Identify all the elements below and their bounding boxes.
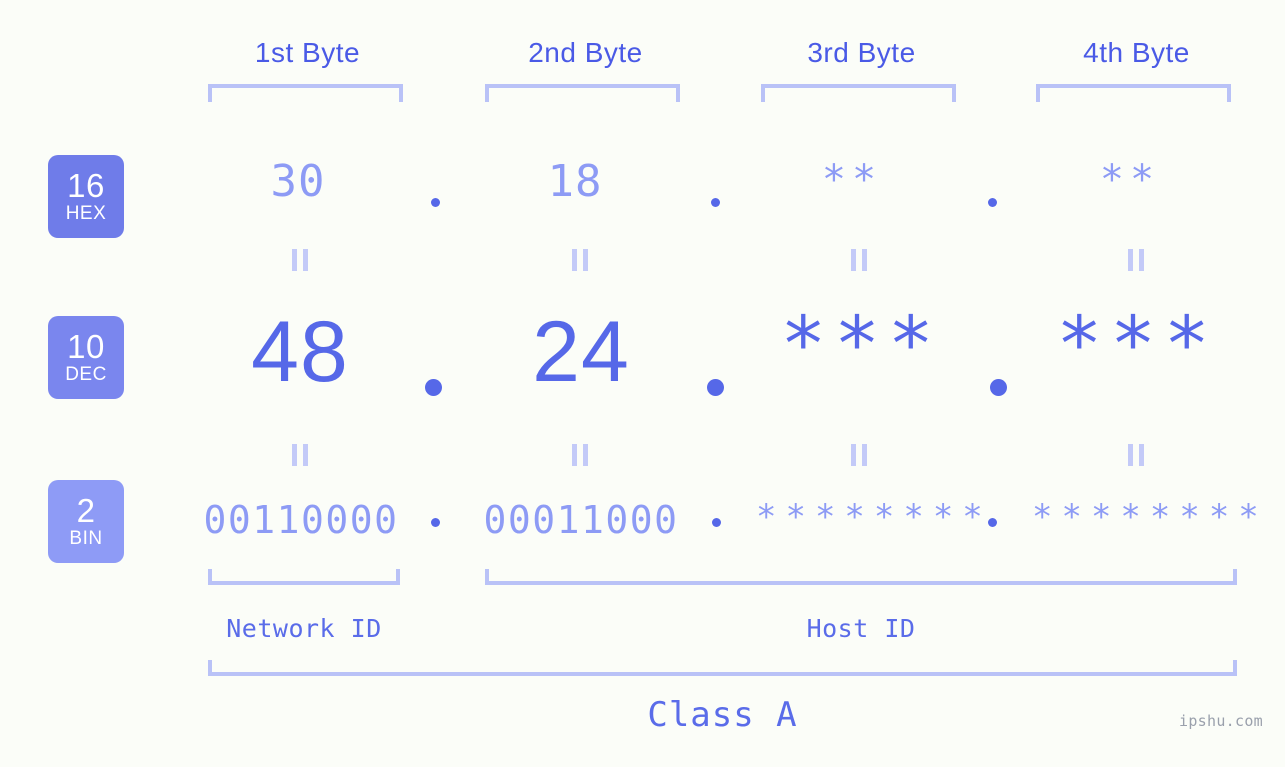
dec-byte-value-2: 24 [532,304,630,400]
equality-mark-hex-dec-2 [572,249,588,271]
bin-separator-dot-1 [431,518,440,527]
base-badge-bin[interactable]: 2 BIN [48,480,124,563]
site-watermark: ipshu.com [1179,712,1263,730]
hex-separator-dot-2 [711,198,720,207]
equality-bar [1139,249,1144,271]
byte-bracket-top-2 [485,84,680,102]
hex-byte-value-1: 30 [270,156,326,207]
byte-bracket-top-1 [208,84,403,102]
dec-byte-value-4: *** [1056,299,1218,388]
host-id-label: Host ID [806,614,916,643]
dec-separator-dot-2 [707,379,724,396]
dec-byte-value-3: *** [780,299,942,388]
base-badge-dec[interactable]: 10 DEC [48,316,124,399]
equality-mark-dec-bin-4 [1128,444,1144,466]
base-badge-dec-name: DEC [65,363,107,385]
equality-bar [583,444,588,466]
byte-header-label-3: 3rd Byte [807,37,916,68]
base-badge-hex[interactable]: 16 HEX [48,155,124,238]
bin-byte-value-2: 00011000 [483,498,679,542]
equality-mark-dec-bin-2 [572,444,588,466]
equality-mark-hex-dec-1 [292,249,308,271]
base-badge-bin-name: BIN [69,527,103,549]
equality-bar [862,444,867,466]
bin-separator-dot-2 [712,518,721,527]
hex-separator-dot-1 [431,198,440,207]
class-bracket [208,660,1237,676]
bin-byte-value-1: 00110000 [203,498,399,542]
equality-bar [303,444,308,466]
ip-address-breakdown-diagram: 1st Byte 2nd Byte 3rd Byte 4th Byte 16 H… [0,0,1285,767]
byte-header-label-1: 1st Byte [254,37,361,68]
equality-mark-hex-dec-4 [1128,249,1144,271]
bin-separator-dot-3 [988,518,997,527]
equality-bar [851,444,856,466]
equality-bar [1128,249,1133,271]
equality-bar [572,444,577,466]
equality-bar [862,249,867,271]
network-id-label: Network ID [226,614,382,643]
equality-bar [583,249,588,271]
hex-byte-value-4: ** [1099,157,1161,203]
dec-separator-dot-3 [990,379,1007,396]
byte-bracket-top-3 [761,84,956,102]
base-badge-bin-number: 2 [76,491,96,529]
equality-bar [292,249,297,271]
equality-bar [303,249,308,271]
base-badge-dec-number: 10 [67,327,105,365]
equality-bar [292,444,297,466]
hex-byte-value-2: 18 [547,156,603,207]
class-label: Class A [647,695,798,735]
equality-mark-dec-bin-1 [292,444,308,466]
equality-mark-hex-dec-3 [851,249,867,271]
hex-byte-value-3: ** [821,157,883,203]
dec-separator-dot-1 [425,379,442,396]
host-id-bracket [485,569,1237,585]
bin-byte-value-3: ******** [756,497,992,537]
byte-header-label-2: 2nd Byte [528,37,643,68]
dec-byte-value-1: 48 [251,304,349,400]
hex-separator-dot-3 [988,198,997,207]
base-badge-hex-number: 16 [67,166,105,204]
equality-mark-dec-bin-3 [851,444,867,466]
bin-byte-value-4: ******** [1032,497,1268,537]
equality-bar [572,249,577,271]
byte-header-label-4: 4th Byte [1083,37,1190,68]
equality-bar [851,249,856,271]
network-id-bracket [208,569,400,585]
equality-bar [1128,444,1133,466]
base-badge-hex-name: HEX [65,202,107,224]
equality-bar [1139,444,1144,466]
byte-bracket-top-4 [1036,84,1231,102]
